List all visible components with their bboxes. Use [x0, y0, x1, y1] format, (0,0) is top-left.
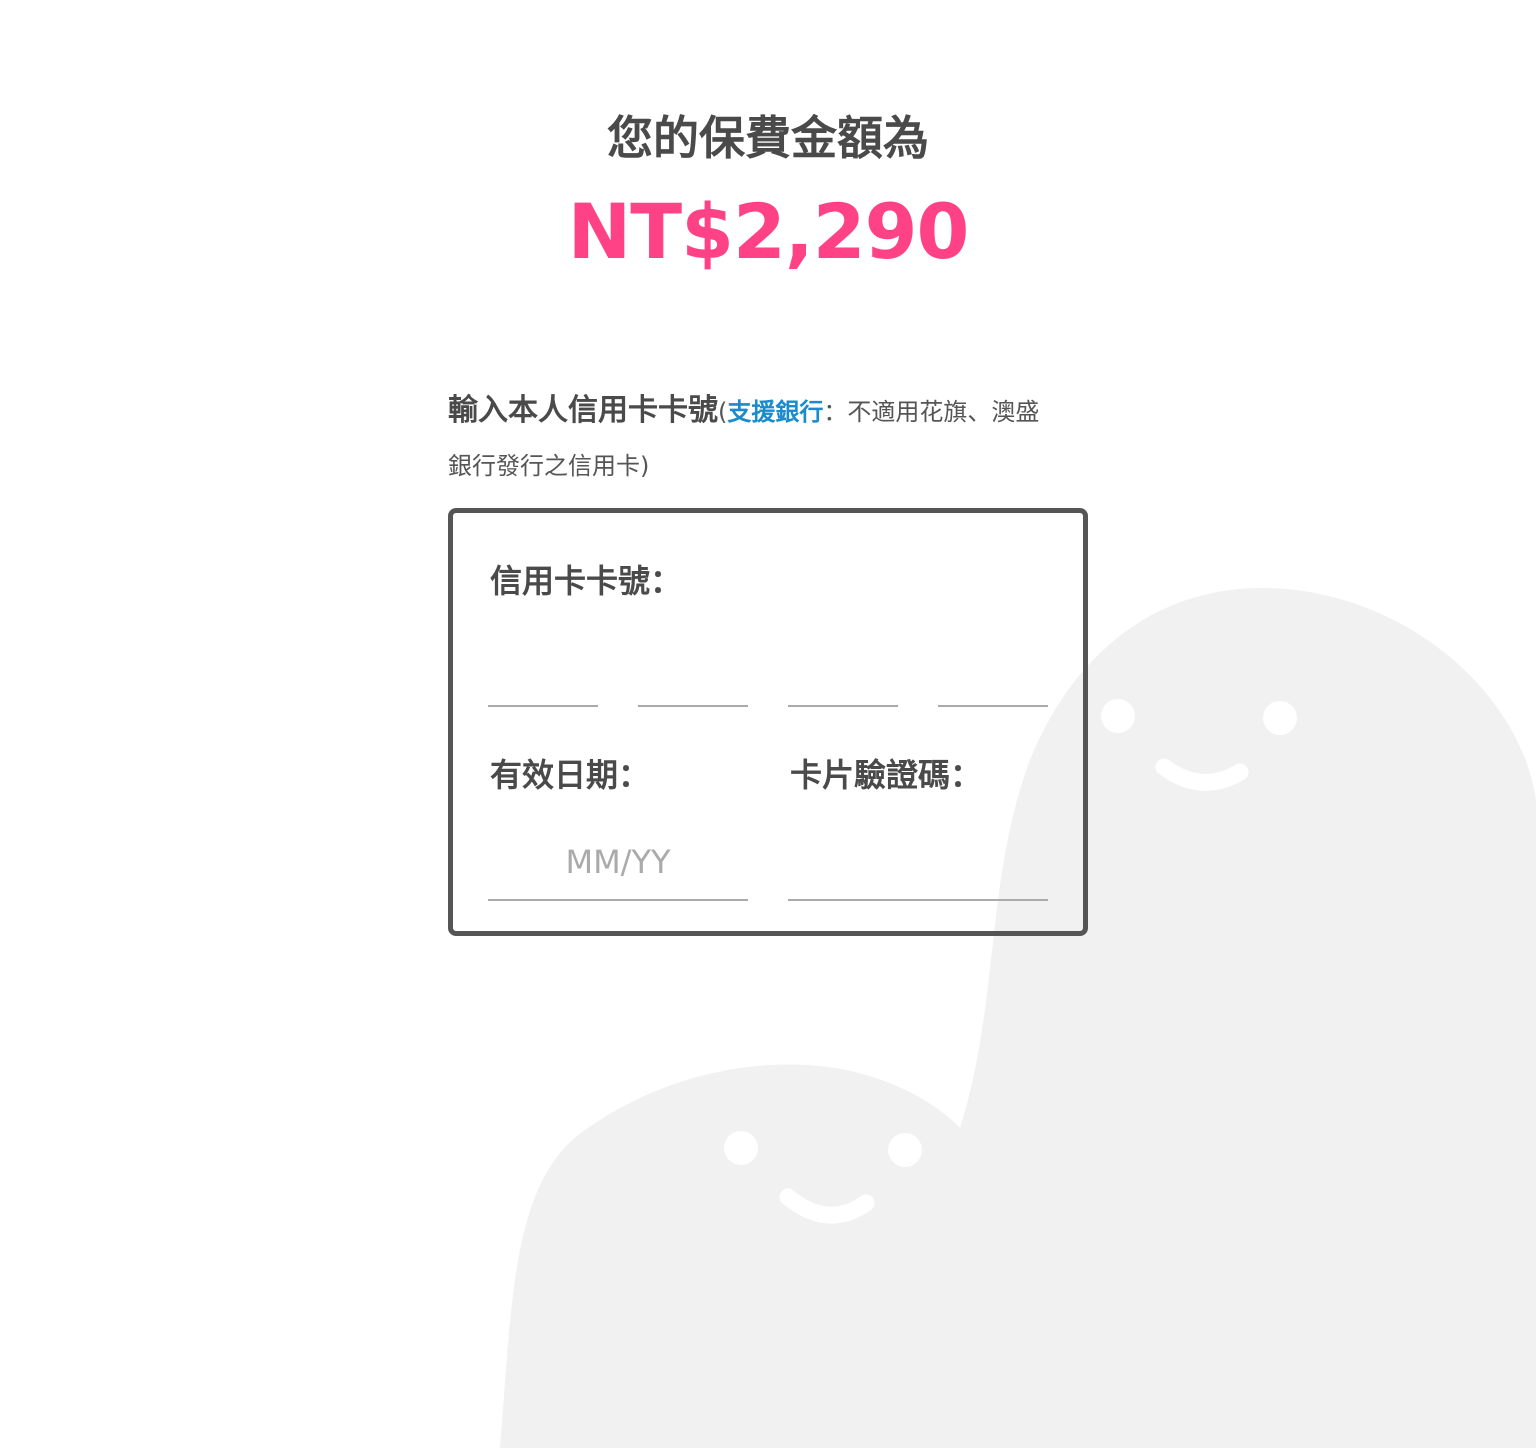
credit-card-form: 信用卡卡號： 有效日期： 卡片驗證碼：	[448, 508, 1088, 936]
card-number-field-2[interactable]	[638, 663, 748, 707]
card-number-label: 信用卡卡號：	[490, 562, 683, 600]
card-number-field-1[interactable]	[488, 663, 598, 707]
ghost-large-right-eye	[1263, 701, 1297, 735]
ghost-small-left-eye	[724, 1131, 758, 1165]
supported-banks-link[interactable]: 支援銀行	[727, 398, 823, 426]
expiry-date-field[interactable]	[488, 825, 748, 901]
card-number-field-4[interactable]	[938, 663, 1048, 707]
cvv-label: 卡片驗證碼：	[790, 756, 983, 794]
instruction-lead: 輸入本人信用卡卡號	[448, 393, 718, 428]
card-number-field-3[interactable]	[788, 663, 898, 707]
expiry-date-label: 有效日期：	[490, 756, 651, 794]
ghost-small-right-eye	[888, 1133, 922, 1167]
instruction-open-paren: (	[718, 398, 728, 426]
ghost-small	[500, 1064, 990, 1448]
cvv-field[interactable]	[788, 825, 1048, 901]
card-instruction: 輸入本人信用卡卡號(支援銀行：不適用花旗、澳盛銀行發行之信用卡)	[448, 384, 1048, 493]
premium-title: 您的保費金額為	[607, 111, 929, 165]
ghost-large-left-eye	[1101, 699, 1135, 733]
premium-amount: NT$2,290	[567, 187, 970, 276]
